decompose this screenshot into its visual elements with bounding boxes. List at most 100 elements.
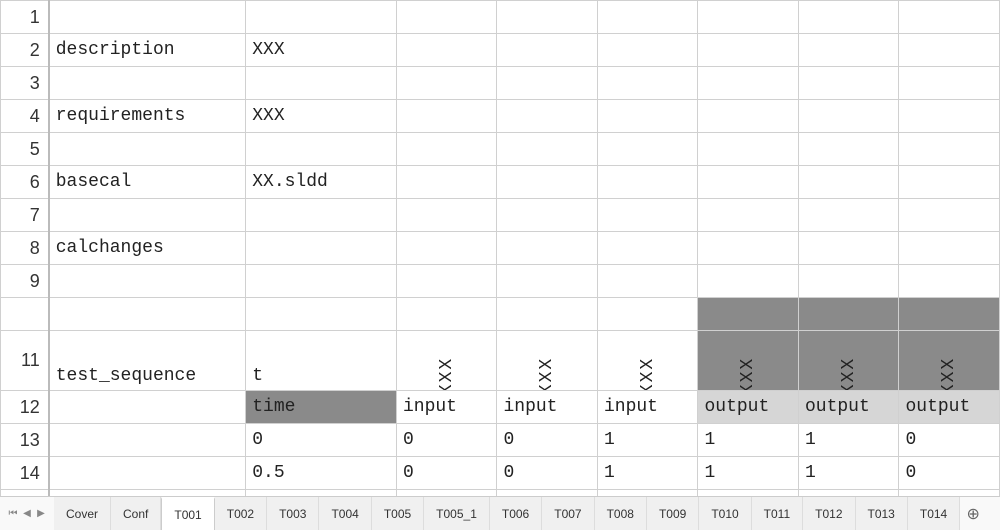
cell-data[interactable]: 0 xyxy=(497,424,598,457)
cell-requirements-value[interactable]: XXX xyxy=(246,100,397,133)
cell-data[interactable]: 1 xyxy=(597,457,698,490)
cell-kind-header[interactable]: output xyxy=(798,391,899,424)
cell[interactable] xyxy=(798,133,899,166)
cell[interactable] xyxy=(798,232,899,265)
cell[interactable] xyxy=(798,100,899,133)
cell[interactable] xyxy=(497,232,598,265)
cell[interactable] xyxy=(396,1,497,34)
cell[interactable] xyxy=(246,298,397,331)
cell[interactable] xyxy=(49,67,246,100)
sheet-tab-t011[interactable]: T011 xyxy=(752,497,803,530)
add-sheet-button[interactable]: ⊕ xyxy=(960,504,986,524)
cell[interactable] xyxy=(497,100,598,133)
cell[interactable] xyxy=(899,133,1000,166)
cell[interactable] xyxy=(246,133,397,166)
row-header[interactable]: 8 xyxy=(1,232,49,265)
cell[interactable] xyxy=(396,67,497,100)
cell-input-name[interactable]: XXX xyxy=(597,331,698,391)
cell[interactable] xyxy=(396,298,497,331)
cell-data[interactable]: 0 xyxy=(497,457,598,490)
sheet-tab-t001[interactable]: T001 xyxy=(161,497,214,530)
cell[interactable] xyxy=(396,199,497,232)
row-header[interactable]: 9 xyxy=(1,265,49,298)
cell[interactable] xyxy=(49,1,246,34)
cell-input-name[interactable]: XXX xyxy=(497,331,598,391)
cell[interactable] xyxy=(698,1,799,34)
sheet-tab-t005[interactable]: T005 xyxy=(372,497,424,530)
sheet-tab-conf[interactable]: Conf xyxy=(111,497,161,530)
cell[interactable] xyxy=(49,265,246,298)
cell[interactable] xyxy=(899,265,1000,298)
cell-kind-header[interactable]: output xyxy=(698,391,799,424)
cell[interactable] xyxy=(597,232,698,265)
sheet-tab-t013[interactable]: T013 xyxy=(856,497,908,530)
sheet-tab-t005_1[interactable]: T005_1 xyxy=(424,497,490,530)
cell[interactable] xyxy=(597,67,698,100)
sheet-tab-cover[interactable]: Cover xyxy=(54,497,111,530)
cell[interactable] xyxy=(497,265,598,298)
cell[interactable] xyxy=(698,199,799,232)
cell[interactable] xyxy=(899,67,1000,100)
cell-data[interactable]: 0 xyxy=(246,424,397,457)
row-header[interactable] xyxy=(1,298,49,331)
cell[interactable] xyxy=(49,424,246,457)
row-header[interactable]: 14 xyxy=(1,457,49,490)
cell[interactable] xyxy=(497,67,598,100)
cell-kind-header[interactable]: input xyxy=(497,391,598,424)
sheet-tab-t002[interactable]: T002 xyxy=(215,497,267,530)
nav-prev-icon[interactable]: ◀ xyxy=(22,508,32,520)
cell-data[interactable]: 0 xyxy=(396,457,497,490)
sheet-tab-t006[interactable]: T006 xyxy=(490,497,542,530)
cell-output-name[interactable]: XXX xyxy=(899,331,1000,391)
cell[interactable] xyxy=(899,34,1000,67)
row-header[interactable]: 12 xyxy=(1,391,49,424)
cell[interactable] xyxy=(246,232,397,265)
cell[interactable] xyxy=(49,298,246,331)
cell[interactable] xyxy=(597,100,698,133)
cell[interactable] xyxy=(899,232,1000,265)
row-header[interactable]: 5 xyxy=(1,133,49,166)
cell[interactable] xyxy=(396,265,497,298)
cell-t-header[interactable]: t xyxy=(246,331,397,391)
cell-data[interactable]: 1 xyxy=(798,457,899,490)
cell-output-shade[interactable] xyxy=(698,298,799,331)
cell[interactable] xyxy=(698,265,799,298)
row-header[interactable]: 1 xyxy=(1,1,49,34)
cell[interactable] xyxy=(597,166,698,199)
cell[interactable] xyxy=(396,133,497,166)
cell[interactable] xyxy=(798,34,899,67)
sheet-tab-t007[interactable]: T007 xyxy=(542,497,594,530)
cell[interactable] xyxy=(497,199,598,232)
cell[interactable] xyxy=(597,34,698,67)
cell-basecal-label[interactable]: basecal xyxy=(49,166,246,199)
cell[interactable] xyxy=(497,34,598,67)
cell-calchanges-label[interactable]: calchanges xyxy=(49,232,246,265)
cell-data[interactable]: 0 xyxy=(396,424,497,457)
cell-data[interactable]: 0 xyxy=(899,457,1000,490)
row-header[interactable]: 7 xyxy=(1,199,49,232)
cell[interactable] xyxy=(597,1,698,34)
cell[interactable] xyxy=(597,298,698,331)
cell-data[interactable]: 0.5 xyxy=(246,457,397,490)
cell[interactable] xyxy=(597,265,698,298)
cell[interactable] xyxy=(798,166,899,199)
cell[interactable] xyxy=(698,67,799,100)
sheet-tab-t010[interactable]: T010 xyxy=(699,497,751,530)
nav-first-icon[interactable]: ⏮ xyxy=(8,508,18,520)
cell-output-shade[interactable] xyxy=(798,298,899,331)
sheet-tab-t008[interactable]: T008 xyxy=(595,497,647,530)
cell[interactable] xyxy=(698,34,799,67)
cell[interactable] xyxy=(396,34,497,67)
cell[interactable] xyxy=(899,100,1000,133)
cell[interactable] xyxy=(698,166,799,199)
row-header[interactable]: 3 xyxy=(1,67,49,100)
cell[interactable] xyxy=(246,265,397,298)
nav-next-icon[interactable]: ▶ xyxy=(36,508,46,520)
cell[interactable] xyxy=(246,199,397,232)
cell-time-header[interactable]: time xyxy=(246,391,397,424)
cell-requirements-label[interactable]: requirements xyxy=(49,100,246,133)
cell-output-name[interactable]: XXX xyxy=(698,331,799,391)
cell-data[interactable]: 0 xyxy=(899,424,1000,457)
cell-kind-header[interactable]: input xyxy=(396,391,497,424)
cell-kind-header[interactable]: output xyxy=(899,391,1000,424)
